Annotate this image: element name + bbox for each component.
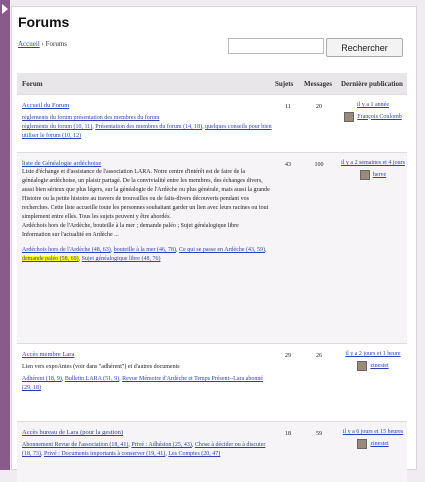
subforum-link[interactable]: Privé : Documents importants à conserver… [44,451,165,457]
forums-panel: Forums Accueil › Forums Rechercher Forum… [11,6,417,482]
last-publication-link[interactable]: il y a 2 semaines et 4 jours [340,159,406,168]
subforum-link[interactable]: Bulletin LARA (51, 9) [65,376,119,382]
user-link[interactable]: zinestet [370,362,388,371]
last-user: zinestet [340,361,406,371]
subforum-link[interactable]: Sujet généalogique libre (48, 76) [82,256,161,262]
left-panel-edge [0,0,10,470]
forum-title-link[interactable]: Accueil du Forum [22,101,272,110]
forum-description-extra: Ardéchois hors de l'Ardèche, bouteille à… [22,223,239,229]
last-publication: il y a 6 jours et 15 heures zinestet [340,428,406,449]
forum-cell: Accès membre Lara Lien vers expoAntes (v… [22,350,272,393]
forum-cell: Accès bureau de Lara (pour la gestion) A… [22,428,272,459]
user-link[interactable]: François Coulomb [357,113,402,122]
expand-arrow-icon[interactable] [2,4,8,14]
messages-count: 100 [314,162,324,168]
breadcrumb-current: Forums [45,40,68,48]
last-publication-link[interactable]: il y a 2 jours et 1 heure [340,350,406,359]
search-input[interactable] [228,38,324,54]
messages-count: 20 [316,104,322,110]
subforum-link[interactable]: Privé : Adhésion (25, 43) [131,442,192,448]
table-header: Forum Sujets Messages Dernière publicati… [17,73,407,94]
forums-table: Forum Sujets Messages Dernière publicati… [17,73,407,482]
last-user: zinestet [340,439,406,449]
page-title: Forums [18,14,70,30]
subforum-link[interactable]: Ce qui se passe en Ardèche (43, 59) [179,247,265,253]
last-publication: il y a 2 semaines et 4 jours herve [340,159,406,180]
last-publication: il y a 1 année François Coulomb [340,101,406,122]
user-link[interactable]: zinestet [370,440,388,449]
breadcrumb: Accueil › Forums [18,40,67,48]
header-last-publication: Dernière publication [341,80,403,88]
table-row: liste de Généalogie ardéchoise Liste d'é… [17,152,407,343]
table-row: Accès bureau de Lara (pour la gestion) A… [17,421,407,482]
subforum-link-highlighted[interactable]: demande paléo (58, 69) [22,256,79,262]
last-user: herve [340,170,406,180]
forum-cell: liste de Généalogie ardéchoise Liste d'é… [22,159,272,264]
topics-count: 18 [285,431,291,437]
header-forum: Forum [22,80,43,88]
messages-count: 59 [316,431,322,437]
last-publication-link[interactable]: il y a 1 année [340,101,406,110]
subforum-link[interactable]: Les Comptes (20, 47) [168,451,220,457]
search-button[interactable]: Rechercher [326,38,403,57]
header-messages: Messages [304,80,332,88]
subforum-link[interactable]: Abonnement Revue de l'association (18, 4… [22,442,128,448]
messages-count: 26 [316,353,322,359]
subforum-link[interactable]: Adhérent (18, 9) [22,376,62,382]
avatar [344,112,355,122]
subforum-links: règlements du forum présentation des mem… [22,115,272,139]
subforum-link[interactable]: bouteille à la mer (46, 78) [114,247,176,253]
avatar [357,439,368,449]
user-link[interactable]: herve [373,171,386,180]
subforum-link[interactable]: règlements du forum (10, 11) [22,124,92,130]
breadcrumb-home-link[interactable]: Accueil [18,40,40,48]
topics-count: 43 [285,162,291,168]
forum-description-extra: Information sur l'actualité en Ardèche .… [22,232,119,238]
forum-title-link[interactable]: Accès bureau de Lara (pour la gestion) [22,428,272,437]
subforum-links: Ardéchois hors de l'Ardèche (48, 63), bo… [22,247,267,262]
forum-title-link[interactable]: Accès membre Lara [22,350,272,359]
subforum-links: Adhérent (18, 9), Bulletin LARA (51, 9),… [22,376,264,391]
last-user: François Coulomb [340,112,406,122]
topics-count: 11 [285,104,291,110]
header-topics: Sujets [275,80,294,88]
last-publication-link[interactable]: il y a 6 jours et 15 heures [340,428,406,437]
last-publication: il y a 2 jours et 1 heure zinestet [340,350,406,371]
table-row: Accueil du Forum règlements du forum pré… [17,94,407,152]
breadcrumb-separator: › [41,40,44,48]
subforum-link[interactable]: règlements du forum présentation des mem… [22,115,159,121]
forum-title-link[interactable]: liste de Généalogie ardéchoise [22,159,272,168]
topics-count: 29 [285,353,291,359]
forum-description: Liste d'échange et d'assistance de l'ass… [22,169,270,220]
subforum-link[interactable]: Ardéchois hors de l'Ardèche (48, 63) [22,247,111,253]
subforum-links: Abonnement Revue de l'association (18, 4… [22,442,266,457]
forum-description: Lien vers expoAntes (voir dans "adhérent… [22,364,180,370]
avatar [357,361,368,371]
subforum-link[interactable]: Présentation des membres du forum (14, 1… [95,124,202,130]
table-row: Accès membre Lara Lien vers expoAntes (v… [17,343,407,421]
avatar [359,170,370,180]
forum-cell: Accueil du Forum règlements du forum pré… [22,101,272,141]
